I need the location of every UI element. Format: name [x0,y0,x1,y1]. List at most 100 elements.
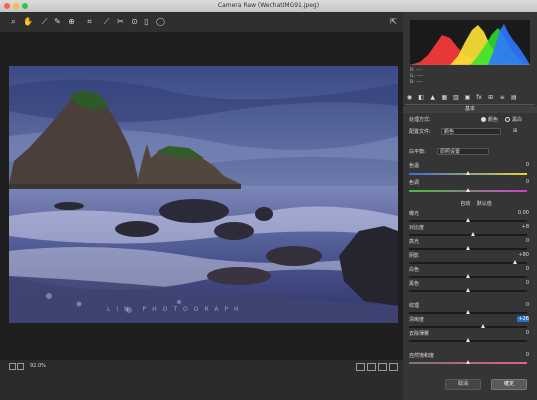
basic-tab-icon[interactable]: ◉ [405,94,414,102]
seascape-photo [9,66,398,323]
contrast-slider-thumb[interactable] [471,232,475,236]
crop-icon[interactable]: ⌗ [85,17,94,26]
highlights-row: 高光 0 [409,238,529,245]
contrast-slider[interactable] [409,232,527,236]
calibration-tab-icon[interactable]: ⊞ [486,94,495,102]
photo-watermark: LIN PHOTOGRAPH [107,306,245,313]
shadows-slider-thumb[interactable] [513,260,517,264]
lens-tab-icon[interactable]: ▣ [463,94,472,102]
blacks-slider[interactable] [409,288,527,292]
before-after-y-icon[interactable] [356,363,365,371]
texture-slider-thumb[interactable] [466,310,470,314]
zoom-level[interactable]: 92.0% [30,363,46,369]
white-balance-row: 白平衡: 原照设置 [409,148,529,155]
spot-removal-icon[interactable]: ✂ [116,17,125,26]
straighten-icon[interactable]: ⟋ [102,17,111,26]
settings-menu-icon[interactable] [389,363,398,371]
tint-slider-thumb[interactable] [466,188,470,192]
auto-default-row: 自动 默认值 [451,200,501,207]
temperature-value[interactable]: 0 [511,162,529,168]
clarity-slider[interactable] [409,324,527,328]
blacks-row: 黑色 0 [409,280,529,287]
vibrance-value[interactable]: 0 [511,352,529,358]
clarity-slider-thumb[interactable] [481,324,485,328]
vibrance-slider-thumb[interactable] [466,360,470,364]
white-balance-dropdown[interactable]: 原照设置 [437,148,489,155]
dehaze-slider[interactable] [409,338,527,342]
red-eye-icon[interactable]: ⊙ [130,17,139,26]
camera-raw-window: Camera Raw (WechatIMG91.jpeg) ⌕ ✋ ⟋ ✎ ⊕ … [0,0,537,400]
exposure-value[interactable]: 0.00 [511,210,529,216]
cancel-button[interactable]: 取消 [445,379,481,390]
texture-slider[interactable] [409,310,527,314]
photo-preview[interactable]: LIN PHOTOGRAPH [9,66,398,323]
temperature-row: 色温 0 [409,162,529,169]
full-screen-icon[interactable]: ⇱ [389,17,398,26]
histogram [410,20,530,66]
default-button[interactable]: 默认值 [477,201,492,207]
clarity-value-field[interactable]: +26 [517,316,529,322]
before-after-copy-icon[interactable] [378,363,387,371]
highlights-value[interactable]: 0 [511,238,529,244]
blacks-value[interactable]: 0 [511,280,529,286]
contrast-row: 对比度 +8 [409,224,529,231]
process-color-radio[interactable] [481,117,486,122]
texture-row: 纹理 0 [409,302,529,309]
profile-dropdown[interactable]: 颜色 [441,128,501,135]
shadows-slider[interactable] [409,260,527,264]
white-balance-icon[interactable]: ⟋ [40,17,49,26]
presets-tab-icon[interactable]: ≡ [498,94,507,102]
temperature-slider-thumb[interactable] [466,171,470,175]
whites-row: 白色 0 [409,266,529,273]
split-toning-tab-icon[interactable]: ▥ [451,94,460,102]
radial-filter-icon[interactable]: ◯ [156,17,165,26]
dehaze-row: 去除薄雾 0 [409,330,529,337]
texture-value[interactable]: 0 [511,302,529,308]
blacks-slider-thumb[interactable] [466,288,470,292]
vibrance-slider[interactable] [409,360,527,364]
snapshots-tab-icon[interactable]: ▤ [509,94,518,102]
hand-icon[interactable]: ✋ [23,17,33,26]
tint-slider[interactable] [409,188,527,192]
contrast-value[interactable]: +8 [511,224,529,230]
color-readouts: R: ---- G: ---- B: ---- [410,68,423,85]
whites-slider-thumb[interactable] [466,274,470,278]
bottom-bar: 92.0% [0,360,403,400]
auto-button[interactable]: 自动 [460,201,470,207]
zoom-out-icon[interactable] [9,363,16,370]
effects-tab-icon[interactable]: fx [475,94,484,102]
color-sampler-icon[interactable]: ✎ [53,17,62,26]
dehaze-slider-thumb[interactable] [466,338,470,342]
tint-value[interactable]: 0 [511,179,529,185]
profile-row: 配置文件: 颜色 ⊞ [409,128,518,135]
highlights-slider-thumb[interactable] [466,246,470,250]
temperature-slider[interactable] [409,171,527,175]
whites-slider[interactable] [409,274,527,278]
exposure-slider-thumb[interactable] [466,218,470,222]
preview-area[interactable]: LIN PHOTOGRAPH [0,32,403,360]
before-after-swap-icon[interactable] [367,363,376,371]
highlights-slider[interactable] [409,246,527,250]
detail-tab-icon[interactable]: ▲ [428,94,437,102]
hsl-tab-icon[interactable]: ▦ [440,94,449,102]
shadows-row: 阴影 +80 [409,252,529,259]
panel-tabs: ◉ ◧ ▲ ▦ ▥ ▣ fx ⊞ ≡ ▤ [405,94,535,105]
exposure-row: 曝光 0.00 [409,210,529,217]
process-bw-radio[interactable] [505,117,510,122]
profile-browser-icon[interactable]: ⊞ [513,128,517,134]
whites-value[interactable]: 0 [511,266,529,272]
zoom-in-icon[interactable] [17,363,24,370]
tone-curve-tab-icon[interactable]: ◧ [417,94,426,102]
exposure-slider[interactable] [409,218,527,222]
shadows-value[interactable]: +80 [511,252,529,258]
clarity-row: 清晰度 +26 [409,316,529,323]
dehaze-value[interactable]: 0 [511,330,529,336]
vibrance-row: 自然饱和度 0 [409,352,529,359]
zoom-icon[interactable]: ⌕ [9,17,18,26]
basic-section-header: 基本 [403,106,537,113]
adjustment-brush-icon[interactable]: ▯ [142,17,151,26]
done-button[interactable]: 確定 [491,379,527,390]
process-row: 处理方式: 颜色 黑白 [409,117,523,123]
target-adjust-icon[interactable]: ⊕ [67,17,76,26]
histogram-graph [410,24,530,66]
